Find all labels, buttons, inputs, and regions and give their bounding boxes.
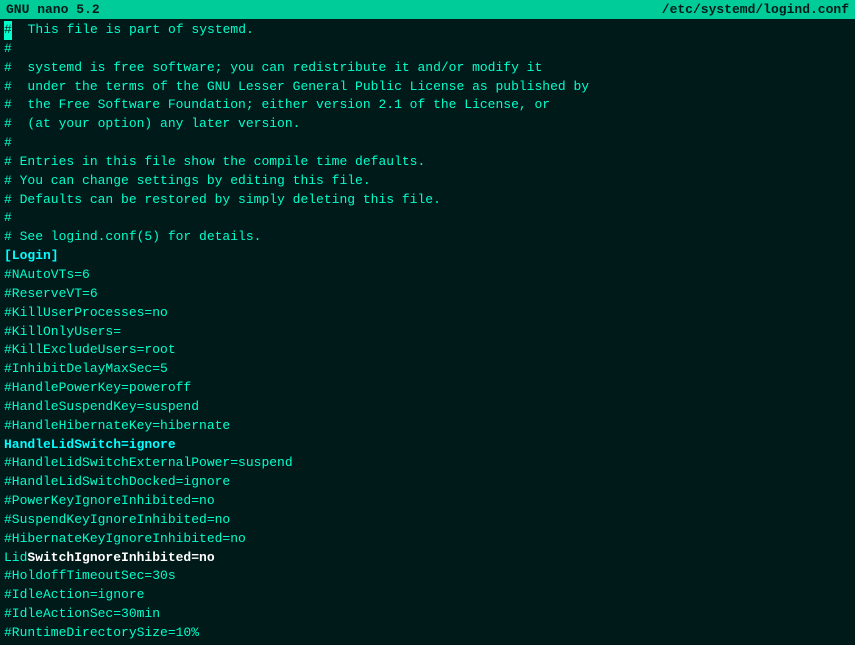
editor-line: #HandlePowerKey=poweroff: [4, 379, 851, 398]
app-title: GNU nano 5.2: [6, 2, 100, 17]
editor-line: [Login]: [4, 247, 851, 266]
editor-line: LidSwitchIgnoreInhibited=no: [4, 549, 851, 568]
file-path: /etc/systemd/logind.conf: [662, 2, 849, 17]
editor-line: #HandleLidSwitchDocked=ignore: [4, 473, 851, 492]
editor-line: #InhibitDelayMaxSec=5: [4, 360, 851, 379]
editor-line: # under the terms of the GNU Lesser Gene…: [4, 78, 851, 97]
editor-line: #HandleHibernateKey=hibernate: [4, 417, 851, 436]
editor-line: # This file is part of systemd.: [4, 21, 851, 40]
editor-line: # Entries in this file show the compile …: [4, 153, 851, 172]
editor-line: #HoldoffTimeoutSec=30s: [4, 567, 851, 586]
editor-line: #HandleSuspendKey=suspend: [4, 398, 851, 417]
editor-line: #ReserveVT=6: [4, 285, 851, 304]
editor-line: # Defaults can be restored by simply del…: [4, 191, 851, 210]
editor-line: #HandleLidSwitchExternalPower=suspend: [4, 454, 851, 473]
editor-line: #NAutoVTs=6: [4, 266, 851, 285]
editor-line: #KillUserProcesses=no: [4, 304, 851, 323]
editor-line: #SuspendKeyIgnoreInhibited=no: [4, 511, 851, 530]
editor-line: #HibernateKeyIgnoreInhibited=no: [4, 530, 851, 549]
editor-line: # the Free Software Foundation; either v…: [4, 96, 851, 115]
editor-line: #KillExcludeUsers=root: [4, 341, 851, 360]
editor-content[interactable]: # This file is part of systemd.## system…: [0, 19, 855, 645]
editor-line: # See logind.conf(5) for details.: [4, 228, 851, 247]
editor-line: #IdleActionSec=30min: [4, 605, 851, 624]
editor-line: # (at your option) any later version.: [4, 115, 851, 134]
editor-line: #IdleAction=ignore: [4, 586, 851, 605]
cursor: #: [4, 21, 12, 40]
editor-line: #: [4, 40, 851, 59]
editor-line: #: [4, 209, 851, 228]
editor-line: #: [4, 134, 851, 153]
editor-line: # systemd is free software; you can redi…: [4, 59, 851, 78]
terminal: GNU nano 5.2 /etc/systemd/logind.conf # …: [0, 0, 855, 645]
editor-line: # You can change settings by editing thi…: [4, 172, 851, 191]
editor-line: #RuntimeDirectorySize=10%: [4, 624, 851, 643]
editor-line: #KillOnlyUsers=: [4, 323, 851, 342]
editor-line: #PowerKeyIgnoreInhibited=no: [4, 492, 851, 511]
title-bar: GNU nano 5.2 /etc/systemd/logind.conf: [0, 0, 855, 19]
editor-line: HandleLidSwitch=ignore: [4, 436, 851, 455]
